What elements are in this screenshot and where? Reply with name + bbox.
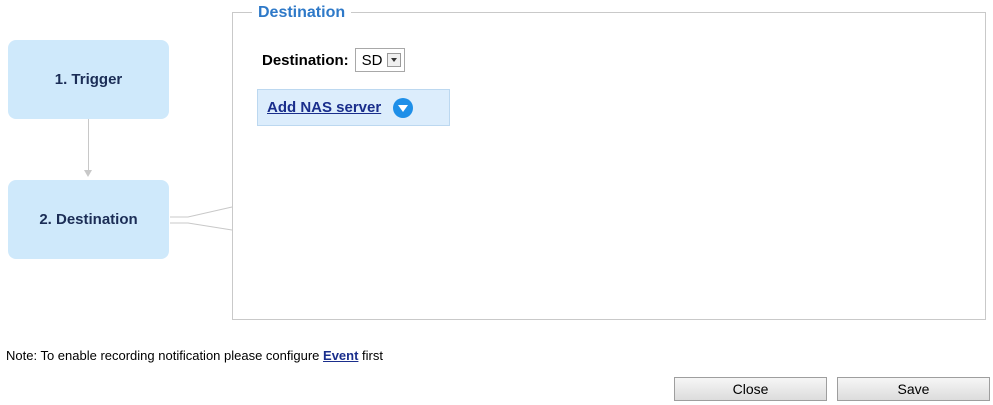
add-nas-server-bar: Add NAS server [257, 89, 450, 126]
destination-select[interactable]: SD [354, 48, 405, 72]
note-suffix: first [358, 348, 383, 363]
note-prefix: Note: To enable recording notification p… [6, 348, 324, 363]
destination-row: Destination: SD [262, 48, 405, 72]
save-button[interactable]: Save [837, 377, 990, 401]
destination-panel-legend: Destination [252, 4, 352, 22]
destination-label: Destination: [262, 51, 349, 69]
expand-down-icon[interactable] [393, 97, 414, 118]
close-button[interactable]: Close [674, 377, 827, 401]
destination-select-value: SD [361, 51, 383, 69]
step-bracket-connector [170, 206, 233, 231]
add-nas-server-link[interactable]: Add NAS server [267, 99, 381, 116]
recording-note: Note: To enable recording notification p… [6, 348, 383, 363]
event-link[interactable]: Event [323, 348, 358, 363]
chevron-down-icon[interactable] [386, 53, 401, 67]
